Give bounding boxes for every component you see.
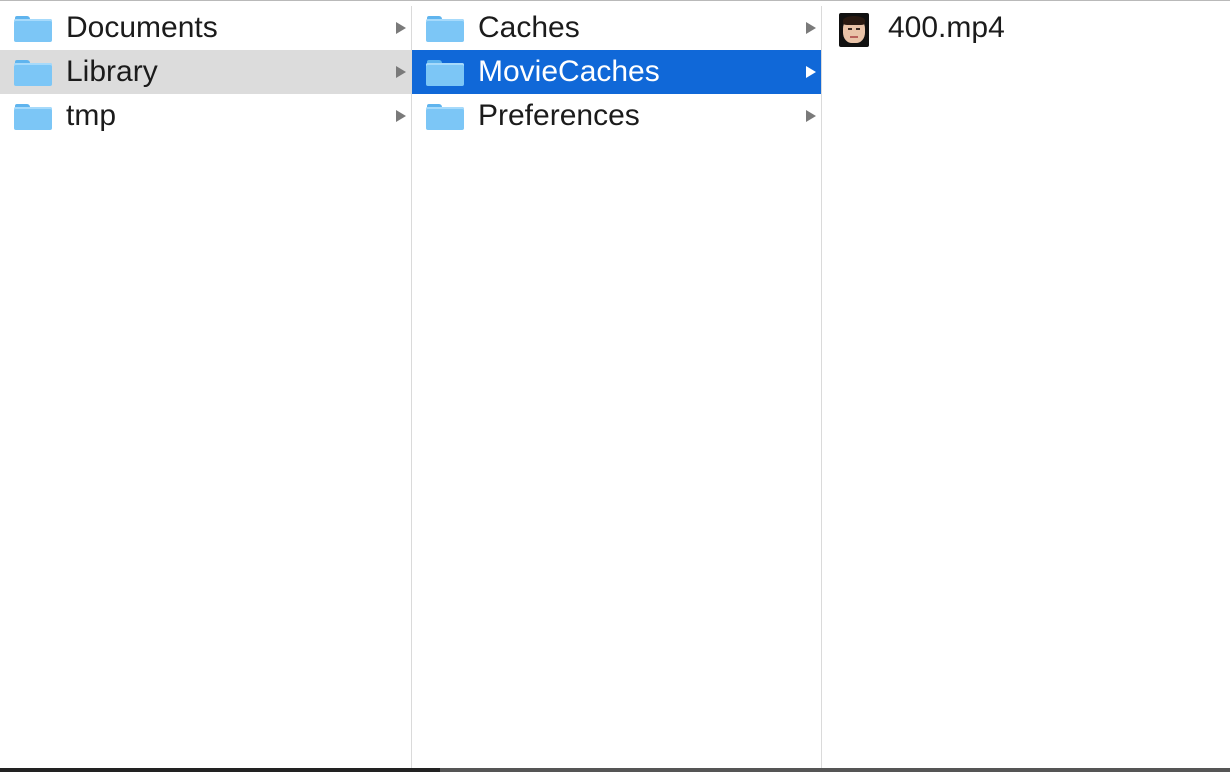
row-preferences[interactable]: Preferences — [412, 94, 821, 138]
finder-window: Documents Library tmp Caches MovieCaches… — [0, 0, 1230, 768]
chevron-right-icon — [806, 66, 816, 78]
row-label: Caches — [478, 11, 580, 44]
chevron-right-icon — [396, 22, 406, 34]
row-label: Library — [66, 55, 158, 88]
video-thumbnail-icon — [839, 13, 869, 47]
row-library[interactable]: Library — [0, 50, 411, 94]
row-moviecaches[interactable]: MovieCaches — [412, 50, 821, 94]
row-documents[interactable]: Documents — [0, 6, 411, 50]
row-label: tmp — [66, 99, 117, 132]
folder-icon — [14, 104, 52, 130]
folder-icon — [426, 104, 464, 130]
chevron-right-icon — [396, 110, 406, 122]
row-label: MovieCaches — [478, 55, 660, 88]
chevron-right-icon — [806, 22, 816, 34]
row-label: 400.mp4 — [888, 11, 1005, 44]
folder-icon — [14, 16, 52, 42]
background-strip — [0, 768, 1230, 772]
column-1[interactable]: Documents Library tmp — [0, 6, 412, 768]
column-browser: Documents Library tmp Caches MovieCaches… — [0, 6, 1230, 768]
column-3[interactable]: 400.mp4 — [822, 6, 1230, 768]
folder-icon — [426, 16, 464, 42]
row-tmp[interactable]: tmp — [0, 94, 411, 138]
folder-icon — [426, 60, 464, 86]
row-caches[interactable]: Caches — [412, 6, 821, 50]
chevron-right-icon — [396, 66, 406, 78]
column-2[interactable]: Caches MovieCaches Preferences — [412, 6, 822, 768]
chevron-right-icon — [806, 110, 816, 122]
row-label: Preferences — [478, 99, 640, 132]
folder-icon — [14, 60, 52, 86]
row-400-mp4[interactable]: 400.mp4 — [822, 6, 1230, 50]
row-label: Documents — [66, 11, 218, 44]
